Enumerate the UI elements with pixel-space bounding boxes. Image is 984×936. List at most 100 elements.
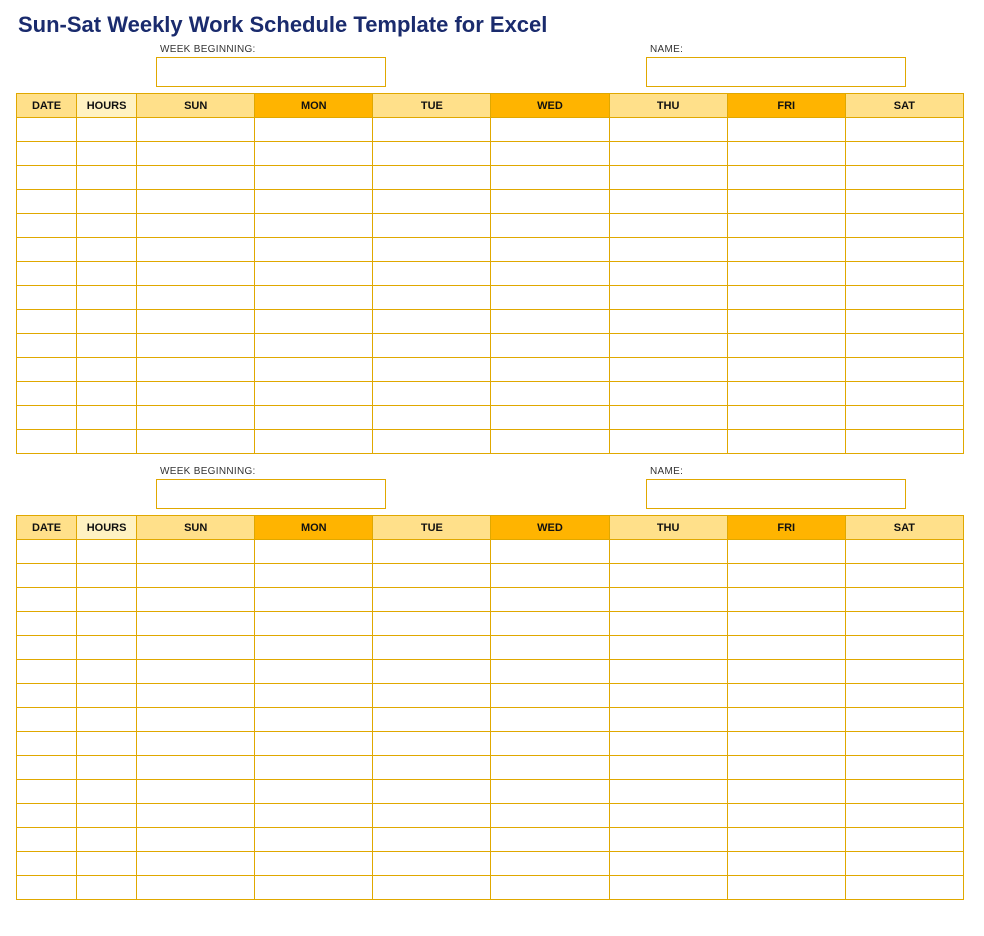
cell[interactable] xyxy=(845,876,963,900)
cell[interactable] xyxy=(373,852,491,876)
cell[interactable] xyxy=(77,142,137,166)
cell[interactable] xyxy=(17,118,77,142)
cell[interactable] xyxy=(727,262,845,286)
cell[interactable] xyxy=(845,564,963,588)
cell[interactable] xyxy=(17,166,77,190)
cell[interactable] xyxy=(77,310,137,334)
cell[interactable] xyxy=(373,310,491,334)
cell[interactable] xyxy=(609,334,727,358)
cell[interactable] xyxy=(491,310,609,334)
cell[interactable] xyxy=(137,876,255,900)
cell[interactable] xyxy=(727,310,845,334)
cell[interactable] xyxy=(609,430,727,454)
cell[interactable] xyxy=(609,238,727,262)
cell[interactable] xyxy=(137,382,255,406)
cell[interactable] xyxy=(373,382,491,406)
cell[interactable] xyxy=(255,262,373,286)
cell[interactable] xyxy=(845,612,963,636)
cell[interactable] xyxy=(17,708,77,732)
cell[interactable] xyxy=(845,262,963,286)
cell[interactable] xyxy=(727,732,845,756)
cell[interactable] xyxy=(137,588,255,612)
cell[interactable] xyxy=(255,382,373,406)
cell[interactable] xyxy=(727,756,845,780)
cell[interactable] xyxy=(491,238,609,262)
cell[interactable] xyxy=(17,876,77,900)
cell[interactable] xyxy=(373,262,491,286)
cell[interactable] xyxy=(77,238,137,262)
cell[interactable] xyxy=(491,588,609,612)
cell[interactable] xyxy=(137,310,255,334)
cell[interactable] xyxy=(17,756,77,780)
cell[interactable] xyxy=(17,660,77,684)
cell[interactable] xyxy=(373,804,491,828)
cell[interactable] xyxy=(609,732,727,756)
cell[interactable] xyxy=(845,286,963,310)
cell[interactable] xyxy=(491,540,609,564)
cell[interactable] xyxy=(137,142,255,166)
cell[interactable] xyxy=(17,804,77,828)
cell[interactable] xyxy=(609,190,727,214)
cell[interactable] xyxy=(727,406,845,430)
cell[interactable] xyxy=(845,852,963,876)
cell[interactable] xyxy=(255,238,373,262)
cell[interactable] xyxy=(373,430,491,454)
cell[interactable] xyxy=(77,358,137,382)
cell[interactable] xyxy=(727,636,845,660)
cell[interactable] xyxy=(845,804,963,828)
cell[interactable] xyxy=(845,190,963,214)
cell[interactable] xyxy=(77,708,137,732)
cell[interactable] xyxy=(17,780,77,804)
cell[interactable] xyxy=(845,214,963,238)
cell[interactable] xyxy=(727,708,845,732)
cell[interactable] xyxy=(727,780,845,804)
cell[interactable] xyxy=(137,334,255,358)
cell[interactable] xyxy=(77,756,137,780)
cell[interactable] xyxy=(373,636,491,660)
cell[interactable] xyxy=(727,430,845,454)
cell[interactable] xyxy=(17,732,77,756)
cell[interactable] xyxy=(137,852,255,876)
cell[interactable] xyxy=(137,286,255,310)
cell[interactable] xyxy=(609,852,727,876)
cell[interactable] xyxy=(845,636,963,660)
cell[interactable] xyxy=(373,238,491,262)
cell[interactable] xyxy=(77,262,137,286)
cell[interactable] xyxy=(137,166,255,190)
cell[interactable] xyxy=(137,756,255,780)
cell[interactable] xyxy=(609,660,727,684)
cell[interactable] xyxy=(491,564,609,588)
cell[interactable] xyxy=(845,708,963,732)
cell[interactable] xyxy=(255,852,373,876)
cell[interactable] xyxy=(727,142,845,166)
cell[interactable] xyxy=(17,382,77,406)
cell[interactable] xyxy=(17,636,77,660)
cell[interactable] xyxy=(491,852,609,876)
cell[interactable] xyxy=(373,588,491,612)
cell[interactable] xyxy=(17,214,77,238)
cell[interactable] xyxy=(373,406,491,430)
cell[interactable] xyxy=(845,166,963,190)
cell[interactable] xyxy=(17,540,77,564)
cell[interactable] xyxy=(137,612,255,636)
cell[interactable] xyxy=(491,804,609,828)
cell[interactable] xyxy=(137,828,255,852)
cell[interactable] xyxy=(609,286,727,310)
cell[interactable] xyxy=(77,612,137,636)
cell[interactable] xyxy=(137,190,255,214)
cell[interactable] xyxy=(373,190,491,214)
cell[interactable] xyxy=(17,358,77,382)
cell[interactable] xyxy=(727,238,845,262)
cell[interactable] xyxy=(491,828,609,852)
cell[interactable] xyxy=(137,660,255,684)
cell[interactable] xyxy=(609,540,727,564)
cell[interactable] xyxy=(255,142,373,166)
cell[interactable] xyxy=(373,118,491,142)
cell[interactable] xyxy=(845,310,963,334)
cell[interactable] xyxy=(845,732,963,756)
cell[interactable] xyxy=(727,286,845,310)
cell[interactable] xyxy=(609,310,727,334)
cell[interactable] xyxy=(137,564,255,588)
cell[interactable] xyxy=(373,142,491,166)
cell[interactable] xyxy=(17,684,77,708)
